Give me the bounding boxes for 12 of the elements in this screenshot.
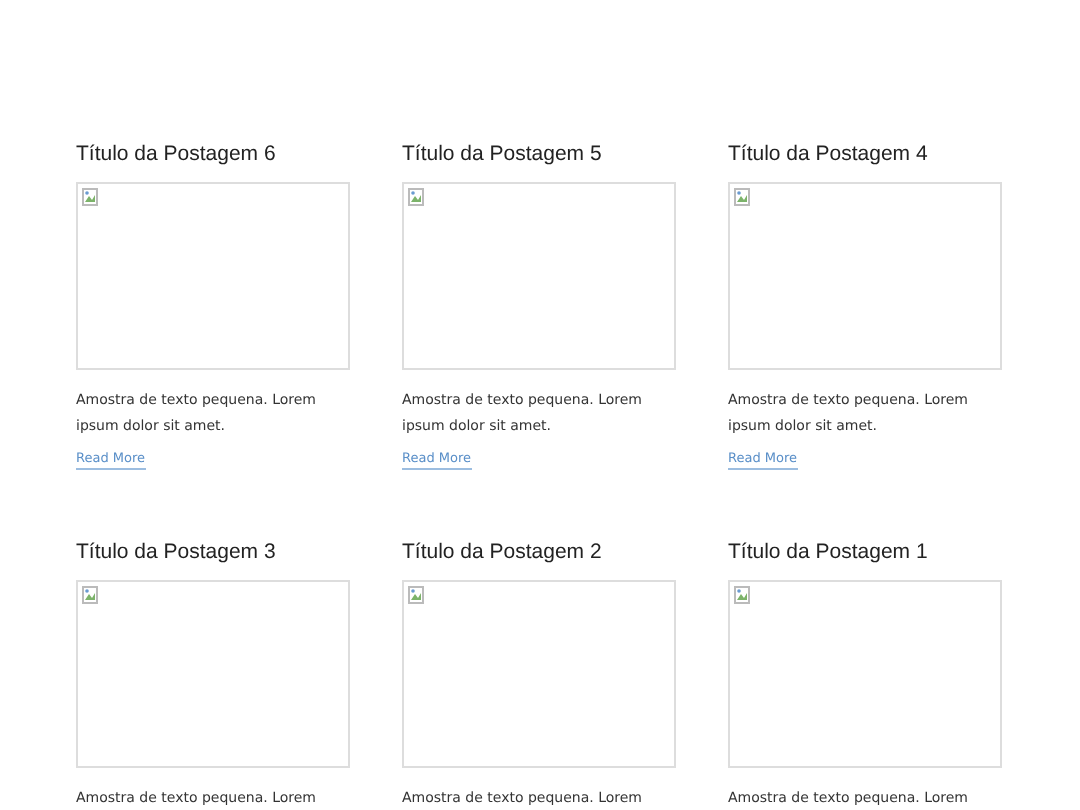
post-title: Título da Postagem 1 <box>728 540 928 566</box>
post-title: Título da Postagem 2 <box>402 540 602 566</box>
broken-image-icon <box>734 586 750 604</box>
broken-image-icon <box>408 586 424 604</box>
broken-image-icon <box>82 586 98 604</box>
post-title: Título da Postagem 6 <box>76 142 276 168</box>
post-title: Título da Postagem 5 <box>402 142 602 168</box>
broken-image-icon <box>408 188 424 206</box>
broken-image-icon <box>82 188 98 206</box>
post-title: Título da Postagem 4 <box>728 142 928 168</box>
post-title: Título da Postagem 3 <box>76 540 276 566</box>
broken-image-icon <box>734 188 750 206</box>
